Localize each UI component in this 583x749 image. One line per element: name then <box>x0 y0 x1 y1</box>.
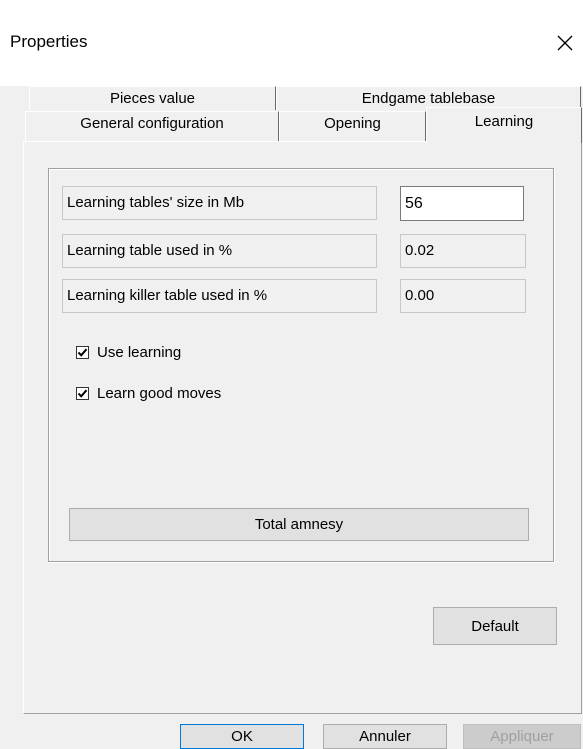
total-amnesy-button[interactable]: Total amnesy <box>69 508 529 541</box>
learn-good-moves-checkbox-row[interactable]: Learn good moves <box>76 382 221 404</box>
use-learning-label: Use learning <box>97 343 182 361</box>
tab-learning[interactable]: Learning <box>426 107 582 143</box>
table-used-label: Learning table used in % <box>62 234 377 268</box>
learn-good-moves-label: Learn good moves <box>97 384 222 402</box>
checkmark-icon <box>77 348 88 357</box>
close-icon <box>557 35 573 51</box>
window-title: Properties <box>10 32 88 51</box>
tab-pieces-value[interactable]: Pieces value <box>29 86 276 110</box>
use-learning-checkbox[interactable] <box>76 345 89 359</box>
title-bar: Properties <box>0 0 583 86</box>
tab-opening[interactable]: Opening <box>279 111 426 142</box>
default-button[interactable]: Default <box>433 607 557 645</box>
properties-dialog: Properties Pieces value Endgame tablebas… <box>0 0 583 749</box>
killer-table-used-value: 0.00 <box>400 279 526 313</box>
tables-size-label: Learning tables' size in Mb <box>62 186 377 220</box>
apply-button[interactable]: Appliquer <box>463 724 581 749</box>
learning-group-box <box>48 168 554 562</box>
checkmark-icon <box>77 389 88 398</box>
ok-button[interactable]: OK <box>180 724 304 749</box>
close-button[interactable] <box>548 26 582 60</box>
tables-size-input[interactable] <box>400 186 524 221</box>
use-learning-checkbox-row[interactable]: Use learning <box>76 341 181 363</box>
cancel-button[interactable]: Annuler <box>323 724 447 749</box>
tab-general-configuration[interactable]: General configuration <box>25 111 279 142</box>
table-used-value: 0.02 <box>400 234 526 268</box>
killer-table-used-label: Learning killer table used in % <box>62 279 377 313</box>
learn-good-moves-checkbox[interactable] <box>76 386 89 400</box>
